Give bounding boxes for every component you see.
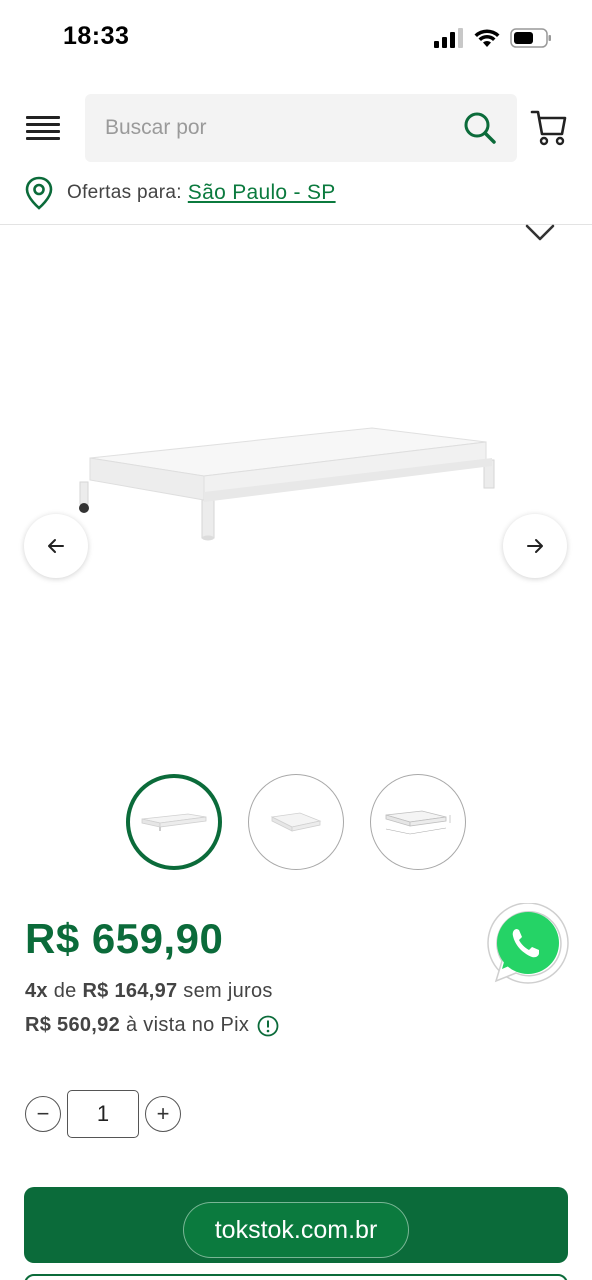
quantity-input[interactable]: 1 xyxy=(67,1090,139,1138)
thumbnail-1[interactable] xyxy=(126,774,222,870)
installments-suffix: sem juros xyxy=(183,980,273,1002)
whatsapp-icon[interactable] xyxy=(484,903,570,989)
secondary-button[interactable] xyxy=(24,1274,568,1280)
search-placeholder: Buscar por xyxy=(105,116,207,139)
offers-location: Ofertas para: São Paulo - SP xyxy=(25,176,336,210)
gallery-next-button[interactable] xyxy=(503,514,567,578)
status-bar: 18:33 xyxy=(0,0,592,80)
offers-label: Ofertas para: xyxy=(67,182,182,203)
battery-icon xyxy=(510,28,551,48)
installments-amount: R$ 164,97 xyxy=(82,980,178,1002)
pix-suffix: à vista no Pix xyxy=(126,1014,250,1036)
menu-icon-line xyxy=(26,123,60,126)
search-icon[interactable] xyxy=(463,111,497,145)
arrow-left-icon xyxy=(48,539,64,553)
info-icon[interactable] xyxy=(257,1015,279,1037)
quantity-increase-button[interactable]: + xyxy=(145,1096,181,1132)
site-header: Buscar por xyxy=(0,92,592,164)
menu-icon-line xyxy=(26,116,60,119)
chevron-down-icon[interactable] xyxy=(524,222,556,244)
signal-icon xyxy=(434,28,463,48)
search-input[interactable]: Buscar por xyxy=(85,94,517,162)
gallery-prev-button[interactable] xyxy=(24,514,88,578)
menu-icon-line xyxy=(26,130,60,133)
pix-price-info: R$ 560,92 à vista no Pix xyxy=(25,1014,279,1037)
header-divider xyxy=(0,224,592,225)
location-pin-icon xyxy=(25,176,53,210)
status-icons xyxy=(434,28,552,48)
product-image xyxy=(79,427,495,541)
cart-icon[interactable] xyxy=(530,108,568,148)
installments-info: 4x de R$ 164,97 sem juros xyxy=(25,980,273,1003)
product-price: R$ 659,90 xyxy=(25,915,224,962)
thumbnail-dimensions-image xyxy=(385,810,451,835)
pix-amount: R$ 560,92 xyxy=(25,1014,120,1036)
thumbnail-2[interactable] xyxy=(248,774,344,870)
product-gallery xyxy=(0,226,592,766)
installments-connector: de xyxy=(53,980,77,1002)
thumbnail-image xyxy=(270,812,322,832)
thumbnail-3[interactable] xyxy=(370,774,466,870)
browser-url-pill[interactable]: tokstok.com.br xyxy=(183,1202,409,1258)
thumbnail-image xyxy=(141,813,207,831)
installments-count: 4x xyxy=(25,980,48,1002)
quantity-stepper: − 1 + xyxy=(25,1090,181,1138)
gallery-thumbnails xyxy=(126,774,466,870)
quantity-decrease-button[interactable]: − xyxy=(25,1096,61,1132)
menu-icon-line xyxy=(26,137,60,140)
offers-city-link[interactable]: São Paulo - SP xyxy=(188,181,336,205)
menu-button[interactable] xyxy=(26,116,60,142)
status-time: 18:33 xyxy=(63,22,130,50)
wifi-icon xyxy=(474,29,500,47)
arrow-right-icon xyxy=(527,539,543,553)
